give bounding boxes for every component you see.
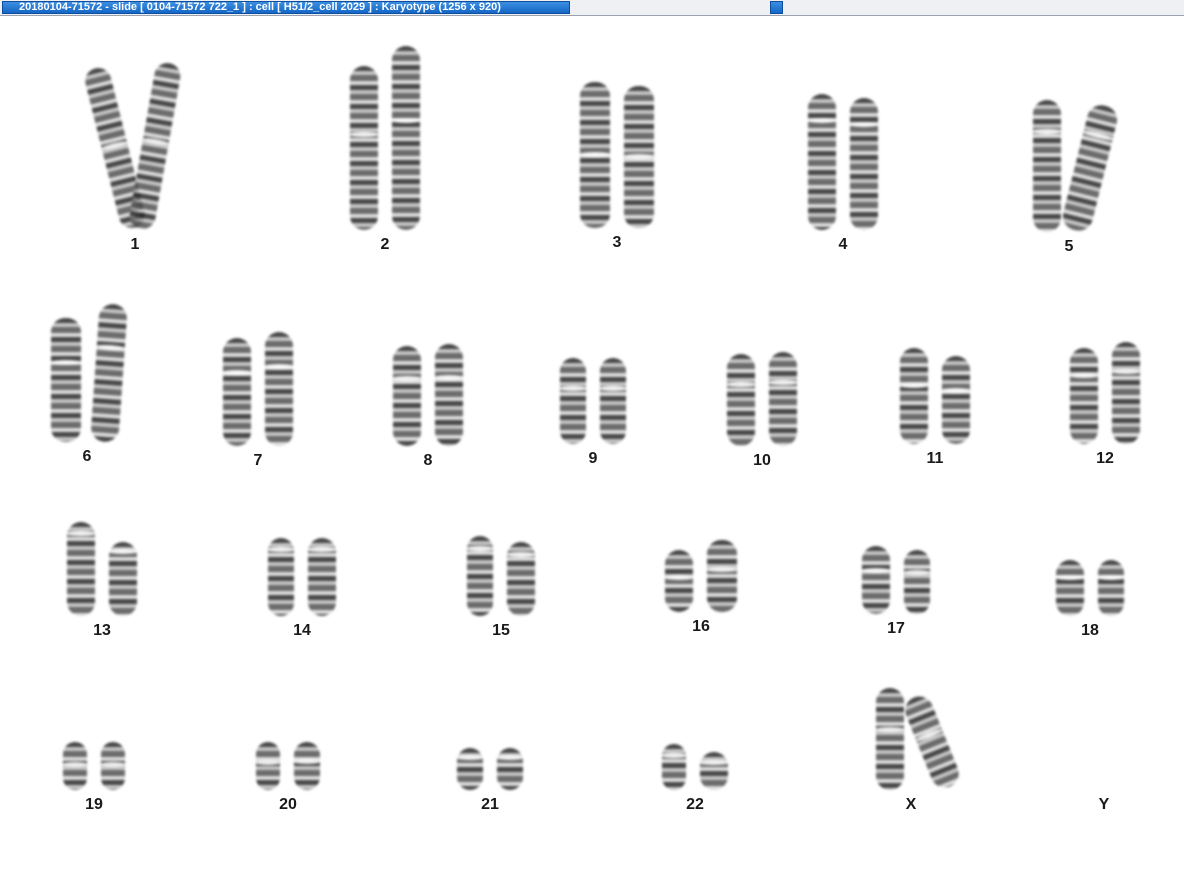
chromosome-10-a[interactable] — [726, 354, 756, 446]
title-bar: 20180104-71572 - slide [ 0104-71572 722_… — [0, 0, 1184, 16]
chromosome-label: 8 — [423, 452, 433, 469]
chromosome-label: 18 — [1081, 622, 1099, 639]
chromosome-pair-1[interactable]: 1 — [70, 61, 200, 254]
chromosome-pair-21[interactable]: 21 — [442, 748, 538, 814]
chromosome-7-b[interactable] — [264, 332, 294, 446]
chromosome-label: 19 — [85, 796, 103, 813]
chromosome-14-a[interactable] — [267, 538, 295, 616]
chromosome-label: 11 — [926, 450, 944, 467]
chromosome-label: 22 — [686, 796, 704, 813]
chromosome-label: Y — [1098, 796, 1110, 813]
chromosome-label: 12 — [1096, 450, 1114, 467]
chromosome-label: 2 — [380, 236, 390, 253]
chromosome-label: 5 — [1064, 238, 1074, 255]
chromosome-21-b[interactable] — [496, 748, 524, 790]
chromosome-6-a[interactable] — [50, 318, 82, 442]
chromosome-pair-19[interactable]: 19 — [46, 742, 142, 814]
chromosome-label: 10 — [753, 452, 771, 469]
chromosome-pair-11[interactable]: 11 — [884, 348, 986, 468]
chromosome-label: 1 — [130, 236, 140, 253]
chromosome-pair-9[interactable]: 9 — [544, 358, 642, 468]
chromosome-pair-15[interactable]: 15 — [452, 536, 550, 640]
chromosome-19-b[interactable] — [100, 742, 126, 790]
chromosome-pair-18[interactable]: 18 — [1042, 560, 1138, 640]
chromosome-15-b[interactable] — [506, 542, 536, 616]
chromosome-16-b[interactable] — [706, 540, 738, 612]
chromosome-pair-x[interactable]: X — [856, 688, 966, 814]
chromosome-18-b[interactable] — [1097, 560, 1125, 616]
chromosome-22-a[interactable] — [661, 744, 687, 790]
chromosome-13-b[interactable] — [108, 542, 138, 616]
chromosome-5-b[interactable] — [1059, 102, 1121, 234]
chromosome-pair-13[interactable]: 13 — [54, 522, 150, 640]
chromosome-15-a[interactable] — [466, 536, 494, 616]
chromosome-14-b[interactable] — [307, 538, 337, 616]
chromosome-label: 21 — [481, 796, 499, 813]
chromosome-22-b[interactable] — [699, 752, 729, 790]
chromosome-pair-y[interactable]: Y — [1056, 790, 1152, 814]
chromosome-label: 15 — [492, 622, 510, 639]
chromosome-7-a[interactable] — [222, 338, 252, 446]
chromosome-label: 20 — [279, 796, 297, 813]
chromosome-21-a[interactable] — [456, 748, 484, 790]
chromosome-label: 4 — [838, 236, 848, 253]
chromosome-pair-20[interactable]: 20 — [240, 742, 336, 814]
chromosome-18-a[interactable] — [1055, 560, 1085, 616]
chromosome-3-a[interactable] — [579, 82, 611, 228]
chromosome-20-b[interactable] — [293, 742, 321, 790]
chromosome-9-b[interactable] — [599, 358, 627, 444]
chromosome-label: 17 — [887, 620, 905, 637]
window-title-tab[interactable]: 20180104-71572 - slide [ 0104-71572 722_… — [2, 1, 570, 14]
chromosome-pair-6[interactable]: 6 — [34, 303, 140, 466]
chromosome-pair-17[interactable]: 17 — [848, 546, 944, 638]
chromosome-pair-10[interactable]: 10 — [712, 352, 812, 470]
window-control-button[interactable] — [770, 1, 783, 14]
chromosome-x-b[interactable] — [901, 692, 963, 792]
chromosome-6-b[interactable] — [90, 303, 128, 443]
chromosome-17-b[interactable] — [903, 550, 931, 614]
chromosome-17-a[interactable] — [861, 546, 891, 614]
chromosome-10-b[interactable] — [768, 352, 798, 446]
chromosome-label: 16 — [692, 618, 710, 635]
chromosome-3-b[interactable] — [623, 86, 655, 228]
chromosome-label: X — [905, 796, 917, 813]
chromosome-x-a[interactable] — [875, 688, 905, 790]
chromosome-pair-8[interactable]: 8 — [378, 344, 478, 470]
chromosome-pair-14[interactable]: 14 — [254, 538, 350, 640]
chromosome-pair-5[interactable]: 5 — [1014, 100, 1124, 256]
chromosome-4-a[interactable] — [807, 94, 837, 230]
chromosome-8-a[interactable] — [392, 346, 422, 446]
chromosome-12-b[interactable] — [1111, 342, 1141, 444]
chromosome-pair-12[interactable]: 12 — [1054, 342, 1156, 468]
chromosome-11-b[interactable] — [941, 356, 971, 444]
chromosome-16-a[interactable] — [664, 550, 694, 612]
chromosome-2-a[interactable] — [349, 66, 379, 230]
chromosome-8-b[interactable] — [434, 344, 464, 446]
chromosome-12-a[interactable] — [1069, 348, 1099, 444]
chromosome-pair-7[interactable]: 7 — [208, 332, 308, 470]
chromosome-9-a[interactable] — [559, 358, 587, 444]
chromosome-label: 14 — [293, 622, 311, 639]
chromosome-2-b[interactable] — [391, 46, 421, 230]
chromosome-pair-22[interactable]: 22 — [646, 744, 744, 814]
chromosome-label: 9 — [588, 450, 598, 467]
chromosome-19-a[interactable] — [62, 742, 88, 790]
chromosome-label: 7 — [253, 452, 263, 469]
karyogram: 1 2 3 4 5 6 7 8 9 10 11 12 13 14 15 16 1… — [0, 16, 1184, 870]
chromosome-label: 6 — [82, 448, 92, 465]
chromosome-pair-3[interactable]: 3 — [562, 82, 672, 252]
chromosome-pair-2[interactable]: 2 — [330, 46, 440, 254]
chromosome-5-a[interactable] — [1032, 100, 1062, 232]
chromosome-20-a[interactable] — [255, 742, 281, 790]
chromosome-label: 13 — [93, 622, 111, 639]
chromosome-label: 3 — [612, 234, 622, 251]
chromosome-4-b[interactable] — [849, 98, 879, 230]
chromosome-pair-16[interactable]: 16 — [652, 540, 750, 636]
chromosome-1-b[interactable] — [127, 61, 183, 231]
chromosome-13-a[interactable] — [66, 522, 96, 616]
chromosome-pair-4[interactable]: 4 — [790, 94, 896, 254]
chromosome-11-a[interactable] — [899, 348, 929, 444]
